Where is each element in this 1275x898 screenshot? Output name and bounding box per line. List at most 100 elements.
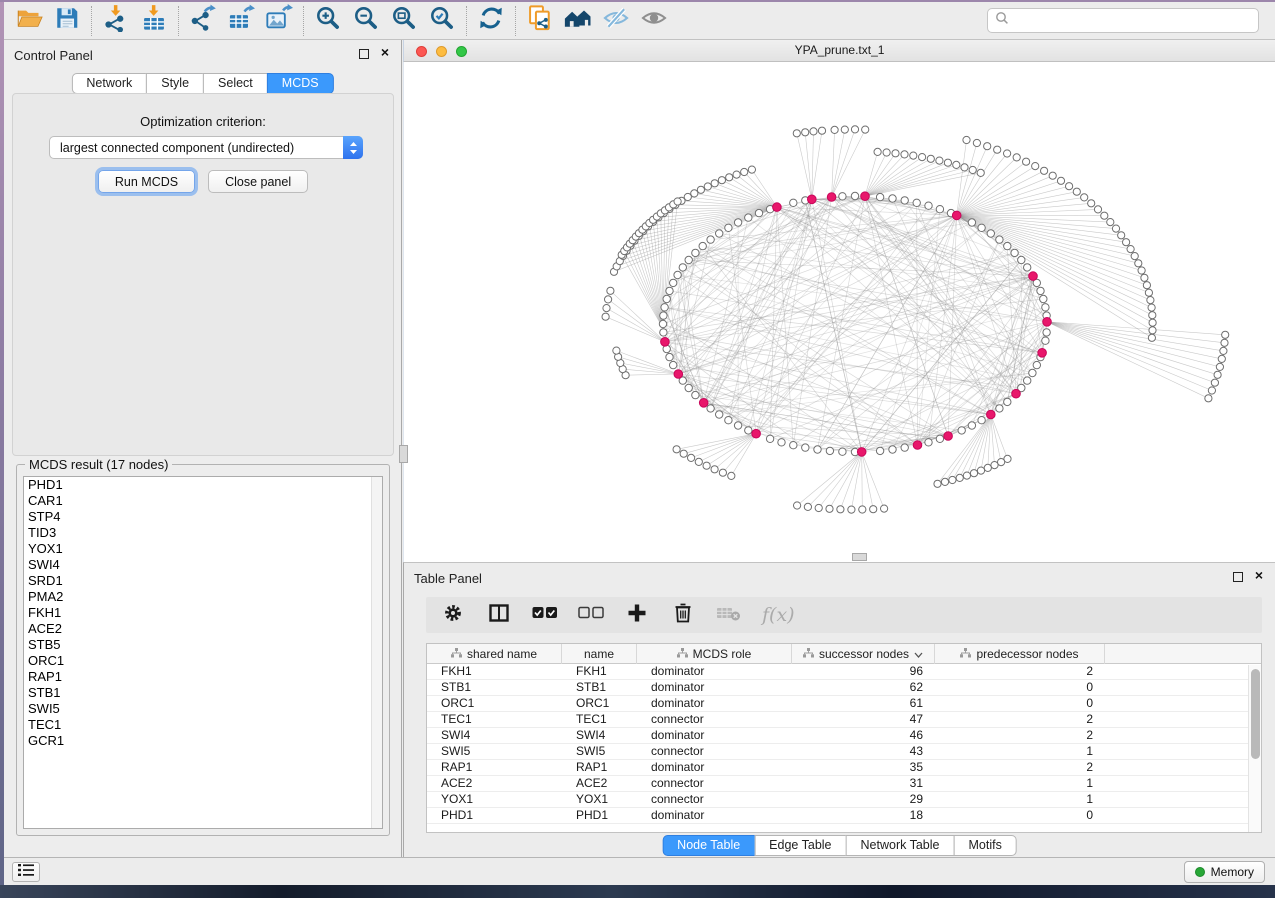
cell-predecessor-nodes: 0: [935, 696, 1105, 711]
window-zoom-icon[interactable]: [456, 46, 467, 57]
mcds-list-scrollbar[interactable]: [371, 477, 382, 828]
horizontal-splitter-handle[interactable]: [852, 553, 867, 561]
close-panel-icon[interactable]: ×: [381, 44, 389, 60]
mcds-result-item[interactable]: PHD1: [24, 477, 382, 493]
select-all-checkboxes-button[interactable]: [532, 602, 558, 628]
mcds-result-item[interactable]: FKH1: [24, 605, 382, 621]
mcds-result-item[interactable]: SWI5: [24, 701, 382, 717]
cell-shared-name: STB1: [427, 680, 562, 695]
table-tab-network-table[interactable]: Network Table: [846, 835, 955, 856]
trash-icon: [672, 602, 694, 629]
control-tabs: NetworkStyleSelectMCDS: [71, 73, 333, 94]
column-header-predecessor-nodes[interactable]: predecessor nodes: [935, 644, 1105, 664]
export-network-button[interactable]: [184, 5, 222, 37]
column-header-name[interactable]: name: [562, 644, 637, 664]
cell-successor-nodes: 62: [792, 680, 935, 695]
hide-selected-button[interactable]: [597, 5, 635, 37]
table-scrollbar-thumb[interactable]: [1251, 669, 1260, 759]
tab-mcds[interactable]: MCDS: [267, 73, 334, 94]
table-row[interactable]: ORC1ORC1dominator610: [427, 696, 1261, 712]
mcds-result-item[interactable]: TID3: [24, 525, 382, 541]
table-row[interactable]: RAP1RAP1dominator352: [427, 760, 1261, 776]
cell-MCDS-role: connector: [637, 744, 792, 759]
tab-select[interactable]: Select: [203, 73, 268, 94]
mcds-result-item[interactable]: YOX1: [24, 541, 382, 557]
close-panel-icon[interactable]: ×: [1255, 567, 1263, 583]
close-panel-button[interactable]: Close panel: [208, 170, 308, 193]
run-mcds-button[interactable]: Run MCDS: [98, 170, 195, 193]
optimization-criterion-select[interactable]: largest connected component (undirected): [49, 136, 363, 159]
show-all-button[interactable]: [635, 5, 673, 37]
table-row[interactable]: SWI5SWI5connector431: [427, 744, 1261, 760]
zoom-fit-button[interactable]: [385, 5, 423, 37]
zoom-selected-button[interactable]: [423, 5, 461, 37]
create-column-button[interactable]: [624, 602, 650, 628]
show-columns-button[interactable]: [486, 602, 512, 628]
zoom-in-button[interactable]: [309, 5, 347, 37]
cell-name: FKH1: [562, 664, 637, 679]
first-neighbors-button[interactable]: [559, 5, 597, 37]
window-close-icon[interactable]: [416, 46, 427, 57]
deselect-all-checkboxes-button[interactable]: [578, 602, 604, 628]
control-panel-header: Control Panel ×: [4, 40, 401, 66]
float-panel-icon[interactable]: [1233, 572, 1243, 582]
table-row[interactable]: TEC1TEC1connector472: [427, 712, 1261, 728]
mcds-result-item[interactable]: TEC1: [24, 717, 382, 733]
table-row[interactable]: PHD1PHD1dominator180: [427, 808, 1261, 824]
search-input[interactable]: [1015, 14, 1251, 28]
mcds-result-item[interactable]: STB5: [24, 637, 382, 653]
mcds-result-item[interactable]: GCR1: [24, 733, 382, 749]
mcds-result-item[interactable]: STP4: [24, 509, 382, 525]
refresh-layout-button[interactable]: [472, 5, 510, 37]
cell-shared-name: PHD1: [427, 808, 562, 823]
table-row[interactable]: FKH1FKH1dominator962: [427, 664, 1261, 680]
new-network-from-selection-button[interactable]: [521, 5, 559, 37]
table-scrollbar[interactable]: [1248, 665, 1261, 832]
mcds-result-item[interactable]: ORC1: [24, 653, 382, 669]
save-session-button[interactable]: [48, 5, 86, 37]
export-table-button[interactable]: [222, 5, 260, 37]
mcds-result-item[interactable]: SRD1: [24, 573, 382, 589]
export-image-button[interactable]: [260, 5, 298, 37]
mcds-result-item[interactable]: CAR1: [24, 493, 382, 509]
delete-columns-button[interactable]: [670, 602, 696, 628]
mcds-result-item[interactable]: PMA2: [24, 589, 382, 605]
table-tab-node-table[interactable]: Node Table: [662, 835, 755, 856]
network-canvas[interactable]: [403, 62, 1275, 562]
mcds-result-item[interactable]: ACE2: [24, 621, 382, 637]
table-row[interactable]: YOX1YOX1connector291: [427, 792, 1261, 808]
tab-style[interactable]: Style: [146, 73, 204, 94]
column-header-successor-nodes[interactable]: successor nodes: [792, 644, 935, 664]
table-tab-edge-table[interactable]: Edge Table: [754, 835, 846, 856]
table-options-gear-button[interactable]: [440, 602, 466, 628]
zoom-fit-icon: [390, 4, 418, 37]
import-network-button[interactable]: [97, 5, 135, 37]
node-table: shared namenameMCDS rolesuccessor nodesp…: [426, 643, 1262, 833]
mcds-result-item[interactable]: RAP1: [24, 669, 382, 685]
open-file-icon: [16, 5, 43, 37]
cell-successor-nodes: 96: [792, 664, 935, 679]
control-panel: Control Panel × NetworkStyleSelectMCDS O…: [4, 40, 402, 858]
import-table-button[interactable]: [135, 5, 173, 37]
task-history-button[interactable]: [12, 862, 40, 882]
zoom-out-button[interactable]: [347, 5, 385, 37]
open-file-button[interactable]: [10, 5, 48, 37]
column-header-MCDS-role[interactable]: MCDS role: [637, 644, 792, 664]
combo-stepper-icon: [343, 136, 363, 159]
table-row[interactable]: STB1STB1dominator620: [427, 680, 1261, 696]
window-minimize-icon[interactable]: [436, 46, 447, 57]
table-tab-motifs[interactable]: Motifs: [953, 835, 1016, 856]
float-panel-icon[interactable]: [359, 49, 369, 59]
tab-network[interactable]: Network: [71, 73, 147, 94]
memory-button[interactable]: Memory: [1184, 861, 1265, 883]
mcds-result-item[interactable]: SWI4: [24, 557, 382, 573]
cell-MCDS-role: dominator: [637, 808, 792, 823]
table-row[interactable]: SWI4SWI4dominator462: [427, 728, 1261, 744]
table-panel-header: Table Panel ×: [404, 563, 1275, 589]
vertical-splitter-handle[interactable]: [399, 445, 408, 463]
table-row[interactable]: ACE2ACE2connector311: [427, 776, 1261, 792]
cell-shared-name: SWI5: [427, 744, 562, 759]
mcds-result-item[interactable]: STB1: [24, 685, 382, 701]
unchecked-boxes-icon: [578, 606, 604, 625]
column-header-shared-name[interactable]: shared name: [427, 644, 562, 664]
